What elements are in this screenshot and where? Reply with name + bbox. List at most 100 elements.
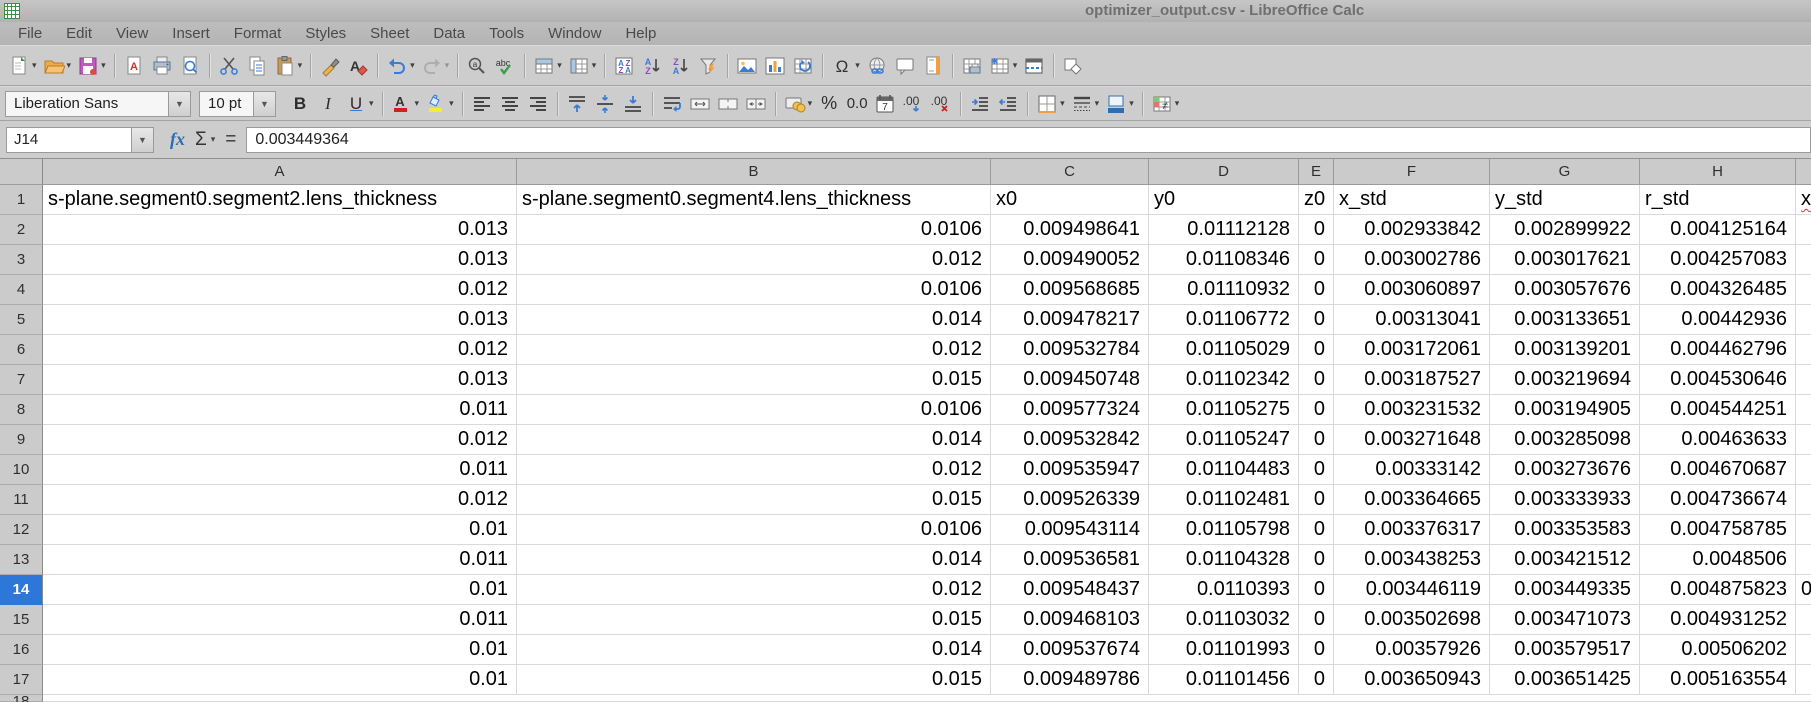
menu-view[interactable]: View (104, 22, 160, 45)
menu-edit[interactable]: Edit (54, 22, 104, 45)
cell-E17[interactable]: 0 (1299, 665, 1334, 695)
cell-C8[interactable]: 0.009577324 (991, 395, 1149, 425)
cell-D15[interactable]: 0.01103032 (1149, 605, 1299, 635)
border-color-button[interactable]: ▾ (1102, 90, 1137, 118)
cell-E9[interactable]: 0 (1299, 425, 1334, 455)
cell-overflow-row6[interactable] (1796, 335, 1811, 365)
spelling-button[interactable]: abc (491, 52, 519, 80)
cell-B12[interactable]: 0.0106 (517, 515, 991, 545)
font-color-dropdown-icon[interactable]: ▾ (415, 98, 420, 109)
row-header-9[interactable]: 9 (0, 425, 43, 455)
cell-overflow-row8[interactable] (1796, 395, 1811, 425)
underline-button[interactable]: U ▾ (342, 90, 377, 118)
undo-dropdown-icon[interactable]: ▾ (410, 60, 415, 71)
menu-file[interactable]: File (6, 22, 54, 45)
cell-A5[interactable]: 0.013 (43, 305, 517, 335)
cell-B3[interactable]: 0.012 (517, 245, 991, 275)
row-header-11[interactable]: 11 (0, 485, 43, 515)
align-right-button[interactable] (524, 90, 552, 118)
row-header-13[interactable]: 13 (0, 545, 43, 575)
sum-icon[interactable]: Σ (195, 129, 207, 151)
cell-H7[interactable]: 0.004530646 (1640, 365, 1796, 395)
cell-C1[interactable]: x0 (991, 185, 1149, 215)
cell-C12[interactable]: 0.009543114 (991, 515, 1149, 545)
cell-A16[interactable]: 0.01 (43, 635, 517, 665)
row-header-18[interactable]: 18 (0, 695, 43, 702)
format-as-percent-button[interactable]: % (815, 90, 843, 118)
cell-F3[interactable]: 0.003002786 (1334, 245, 1490, 275)
cell-G12[interactable]: 0.003353583 (1490, 515, 1640, 545)
cell-B8[interactable]: 0.0106 (517, 395, 991, 425)
cell-B1[interactable]: s-plane.segment0.segment4.lens_thickness (517, 185, 991, 215)
cell-C3[interactable]: 0.009490052 (991, 245, 1149, 275)
paste-dropdown-icon[interactable]: ▾ (298, 60, 303, 71)
row-header-16[interactable]: 16 (0, 635, 43, 665)
column-header-partial[interactable] (1796, 159, 1811, 185)
insert-columns-dropdown-icon[interactable]: ▾ (592, 60, 597, 71)
cell-D5[interactable]: 0.01106772 (1149, 305, 1299, 335)
cell-B9[interactable]: 0.014 (517, 425, 991, 455)
cell-C14[interactable]: 0.009548437 (991, 575, 1149, 605)
cell-overflow-row16[interactable] (1796, 635, 1811, 665)
cell-A10[interactable]: 0.011 (43, 455, 517, 485)
cell-B14[interactable]: 0.012 (517, 575, 991, 605)
clone-formatting-button[interactable] (316, 52, 344, 80)
align-left-button[interactable] (468, 90, 496, 118)
special-character-button[interactable]: Ω ▾ (828, 52, 863, 80)
cell-H16[interactable]: 0.00506202 (1640, 635, 1796, 665)
cell-D3[interactable]: 0.01108346 (1149, 245, 1299, 275)
cell-D16[interactable]: 0.01101993 (1149, 635, 1299, 665)
cell-A7[interactable]: 0.013 (43, 365, 517, 395)
name-box-dropdown-icon[interactable]: ▼ (132, 126, 154, 153)
new-document-button[interactable]: ▾ (5, 52, 40, 80)
increase-indent-button[interactable] (966, 90, 994, 118)
row-header-5[interactable]: 5 (0, 305, 43, 335)
cell-E5[interactable]: 0 (1299, 305, 1334, 335)
cell-C9[interactable]: 0.009532842 (991, 425, 1149, 455)
cell-F8[interactable]: 0.003231532 (1334, 395, 1490, 425)
cell-overflow-row7[interactable] (1796, 365, 1811, 395)
freeze-rows-and-columns-button[interactable]: ✱ ▾ (986, 52, 1021, 80)
cut-button[interactable] (215, 52, 243, 80)
cell-E16[interactable]: 0 (1299, 635, 1334, 665)
row-header-10[interactable]: 10 (0, 455, 43, 485)
cell-G15[interactable]: 0.003471073 (1490, 605, 1640, 635)
cell-F5[interactable]: 0.00313041 (1334, 305, 1490, 335)
cell-G16[interactable]: 0.003579517 (1490, 635, 1640, 665)
row-header-4[interactable]: 4 (0, 275, 43, 305)
sort-ascending-button[interactable]: AZ (638, 52, 666, 80)
cell-F11[interactable]: 0.003364665 (1334, 485, 1490, 515)
open-file-dropdown-icon[interactable]: ▾ (67, 60, 72, 71)
column-header-H[interactable]: H (1640, 159, 1796, 185)
cell-D13[interactable]: 0.01104328 (1149, 545, 1299, 575)
format-as-currency-dropdown-icon[interactable]: ▾ (808, 98, 813, 109)
clear-formatting-button[interactable]: A (344, 52, 372, 80)
merge-and-center-cells-button[interactable] (686, 90, 714, 118)
row-header-6[interactable]: 6 (0, 335, 43, 365)
cell-C11[interactable]: 0.009526339 (991, 485, 1149, 515)
cell-overflow-row13[interactable] (1796, 545, 1811, 575)
cell-F6[interactable]: 0.003172061 (1334, 335, 1490, 365)
cell-G13[interactable]: 0.003421512 (1490, 545, 1640, 575)
cell-H4[interactable]: 0.004326485 (1640, 275, 1796, 305)
cell-H15[interactable]: 0.004931252 (1640, 605, 1796, 635)
print-preview-button[interactable] (176, 52, 204, 80)
menu-window[interactable]: Window (536, 22, 613, 45)
cell-A1[interactable]: s-plane.segment0.segment2.lens_thickness (43, 185, 517, 215)
cell-E8[interactable]: 0 (1299, 395, 1334, 425)
format-as-date-button[interactable]: 7 (871, 90, 899, 118)
row-header-2[interactable]: 2 (0, 215, 43, 245)
save-button[interactable]: ▾ (74, 52, 109, 80)
cell-C7[interactable]: 0.009450748 (991, 365, 1149, 395)
cell-B13[interactable]: 0.014 (517, 545, 991, 575)
borders-button[interactable]: ▾ (1033, 90, 1068, 118)
cell-A12[interactable]: 0.01 (43, 515, 517, 545)
export-as-pdf-button[interactable]: A (120, 52, 148, 80)
cell-H9[interactable]: 0.00463633 (1640, 425, 1796, 455)
cell-H6[interactable]: 0.004462796 (1640, 335, 1796, 365)
menu-sheet[interactable]: Sheet (358, 22, 421, 45)
cell-F17[interactable]: 0.003650943 (1334, 665, 1490, 695)
cell-G4[interactable]: 0.003057676 (1490, 275, 1640, 305)
cell-A2[interactable]: 0.013 (43, 215, 517, 245)
row-header-17[interactable]: 17 (0, 665, 43, 695)
